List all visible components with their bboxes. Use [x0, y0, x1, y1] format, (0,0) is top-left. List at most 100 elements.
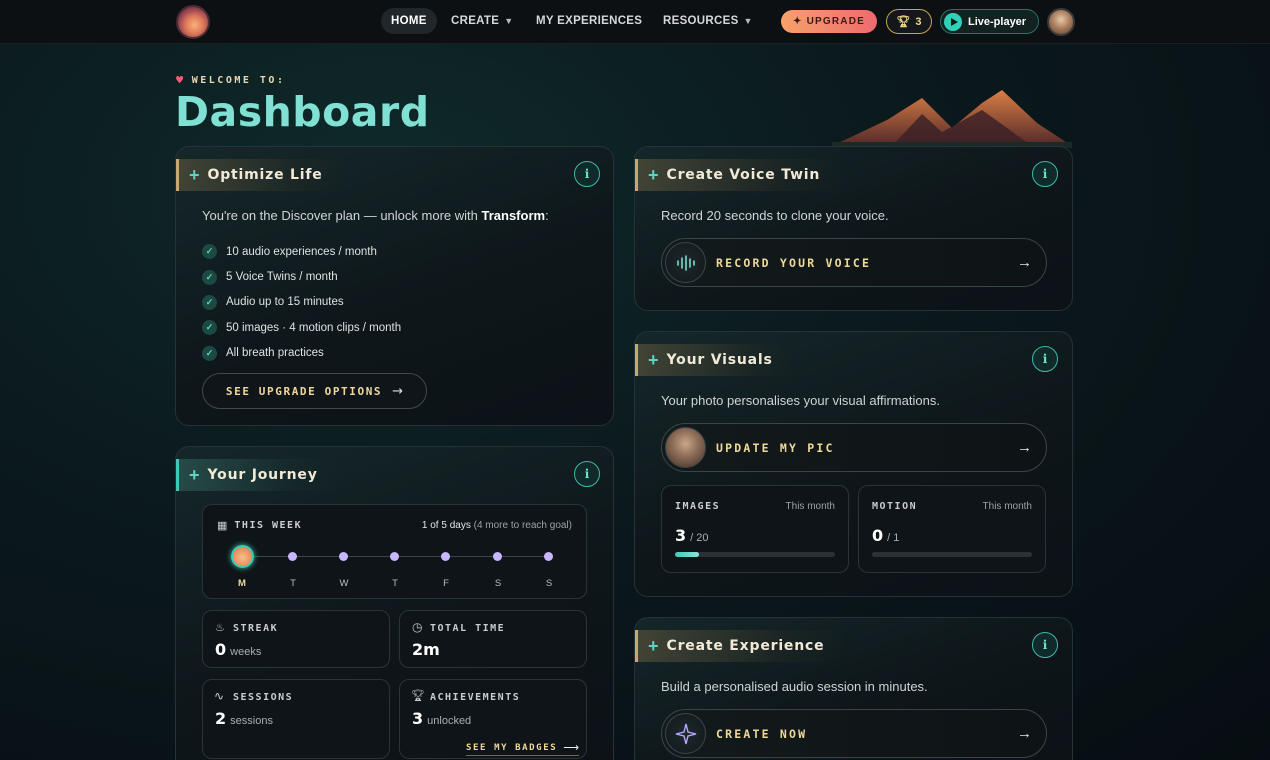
mountains-illustration — [832, 90, 1072, 148]
nav-create[interactable]: CREATE ▼ — [451, 8, 513, 34]
sessions-label: SESSIONS — [233, 692, 294, 703]
see-my-badges-link[interactable]: SEE MY BADGES ⟶ — [466, 741, 580, 756]
create-experience-card: + Create Experience i Build a personalis… — [634, 617, 1073, 760]
info-icon[interactable]: i — [574, 461, 600, 487]
visuals-description: Your photo personalises your visual affi… — [661, 393, 940, 408]
week-label: THIS WEEK — [234, 520, 303, 531]
upgrade-button[interactable]: ✦ UPGRADE — [781, 10, 877, 33]
nav-my-experiences-label: MY EXPERIENCES — [536, 15, 643, 27]
day-label: S — [494, 578, 502, 589]
achievements-value: 3 unlocked — [412, 709, 471, 728]
check-icon: ✓ — [202, 294, 217, 310]
update-pic-button[interactable]: UPDATE MY PIC → — [661, 423, 1047, 472]
streak-stat: ♨ STREAK 0 weeks — [202, 610, 390, 668]
your-visuals-card: + Your Visuals i Your photo personalises… — [634, 331, 1073, 597]
check-icon: ✓ — [202, 269, 217, 285]
week-progress-note: (4 more to reach goal) — [473, 520, 572, 531]
your-journey-header: + Your Journey — [176, 459, 340, 491]
arrow-right-icon: → — [1017, 725, 1032, 742]
day-marker — [390, 552, 399, 561]
images-progress-fill — [675, 552, 699, 557]
nav-my-experiences[interactable]: MY EXPERIENCES — [536, 8, 642, 34]
nav-resources-label: RESOURCES — [663, 15, 739, 27]
trophy-icon: 🏆︎ — [896, 16, 911, 28]
plan-description-prefix: You're on the Discover plan — unlock mor… — [202, 208, 482, 223]
plus-icon: + — [648, 636, 659, 656]
feature-text: 50 images · 4 motion clips / month — [226, 321, 402, 334]
waveform-icon — [665, 242, 706, 283]
info-icon[interactable]: i — [1032, 161, 1058, 187]
day-label: S — [545, 578, 553, 589]
trophy-icon: 🏆︎ — [411, 690, 425, 702]
feature-text: All breath practices — [226, 347, 324, 360]
create-now-button[interactable]: CREATE NOW → — [661, 709, 1047, 758]
week-header: ▦ THIS WEEK — [217, 519, 302, 532]
list-item: ✓ Audio up to 15 minutes — [202, 290, 401, 315]
total-time-stat: ◷ TOTAL TIME 2m — [399, 610, 587, 668]
list-item: ✓ 5 Voice Twins / month — [202, 264, 401, 289]
app-logo[interactable] — [176, 5, 210, 39]
plus-icon: + — [189, 465, 200, 485]
live-player-button[interactable]: Live-player — [940, 9, 1039, 34]
sparkle-icon — [665, 713, 706, 754]
info-icon[interactable]: i — [574, 161, 600, 187]
arrow-right-icon: → — [1017, 254, 1032, 271]
day-marker — [441, 552, 450, 561]
rocket-icon: ✦ — [793, 16, 803, 27]
avatar[interactable] — [1047, 8, 1075, 36]
sessions-stat: ∿ SESSIONS 2 sessions — [202, 679, 390, 759]
week-tracker: ▦ THIS WEEK 1 of 5 days (4 more to reach… — [202, 504, 587, 599]
images-period: This month — [785, 501, 835, 512]
activity-icon: ∿ — [214, 689, 225, 703]
plan-description: You're on the Discover plan — unlock mor… — [202, 208, 549, 223]
arrow-right-icon: ⟶ — [563, 742, 580, 754]
images-count: 3 — [675, 526, 687, 545]
plan-name: Transform — [481, 208, 546, 223]
card-title: Your Journey — [207, 467, 318, 483]
plan-description-suffix: : — [545, 208, 549, 223]
images-progress-bar — [675, 552, 835, 557]
day-label: M — [238, 578, 246, 589]
sessions-unit: sessions — [230, 715, 273, 727]
day-marker — [288, 552, 297, 561]
day-marker-current — [231, 545, 254, 568]
update-pic-label: UPDATE MY PIC — [716, 440, 835, 455]
chevron-down-icon: ▼ — [504, 16, 514, 26]
button-label: SEE UPGRADE OPTIONS — [225, 384, 383, 398]
day-label: W — [339, 578, 349, 589]
week-progress-main: 1 of 5 days — [421, 520, 471, 531]
see-upgrade-options-button[interactable]: SEE UPGRADE OPTIONS → — [202, 373, 427, 409]
motion-value: 0/ 1 — [872, 526, 899, 545]
total-time-value: 2m — [412, 640, 440, 659]
day-label: T — [290, 578, 296, 589]
check-icon: ✓ — [202, 320, 217, 336]
feature-text: 10 audio experiences / month — [226, 245, 377, 258]
sessions-number: 2 — [215, 709, 227, 728]
welcome-label: ♥ WELCOME TO: — [176, 73, 285, 87]
trophy-button[interactable]: 🏆︎ 3 — [886, 9, 932, 34]
record-voice-button[interactable]: RECORD YOUR VOICE → — [661, 238, 1047, 287]
create-experience-description: Build a personalised audio session in mi… — [661, 679, 928, 694]
upgrade-label: UPGRADE — [806, 16, 865, 27]
motion-label: MOTION — [872, 501, 918, 512]
see-my-badges-label: SEE MY BADGES — [466, 742, 558, 753]
day-label: F — [443, 578, 449, 589]
feature-text: Audio up to 15 minutes — [226, 296, 344, 309]
profile-photo — [665, 427, 706, 468]
plus-icon: + — [648, 350, 659, 370]
nav-create-label: CREATE — [451, 15, 500, 27]
info-icon[interactable]: i — [1032, 632, 1058, 658]
info-icon[interactable]: i — [1032, 346, 1058, 372]
list-item: ✓ All breath practices — [202, 341, 401, 366]
your-visuals-header: + Your Visuals — [635, 344, 795, 376]
arrow-right-icon: → — [1017, 439, 1032, 456]
card-title: Your Visuals — [666, 352, 773, 368]
motion-period: This month — [982, 501, 1032, 512]
streak-number: 0 — [215, 640, 227, 659]
achievements-stat: 🏆︎ ACHIEVEMENTS 3 unlocked SEE MY BADGES … — [399, 679, 587, 759]
nav-home[interactable]: HOME — [381, 8, 437, 34]
images-label: IMAGES — [675, 501, 721, 512]
nav-resources[interactable]: RESOURCES ▼ — [663, 8, 753, 34]
motion-stat: MOTION This month 0/ 1 — [858, 485, 1046, 573]
day-marker — [339, 552, 348, 561]
